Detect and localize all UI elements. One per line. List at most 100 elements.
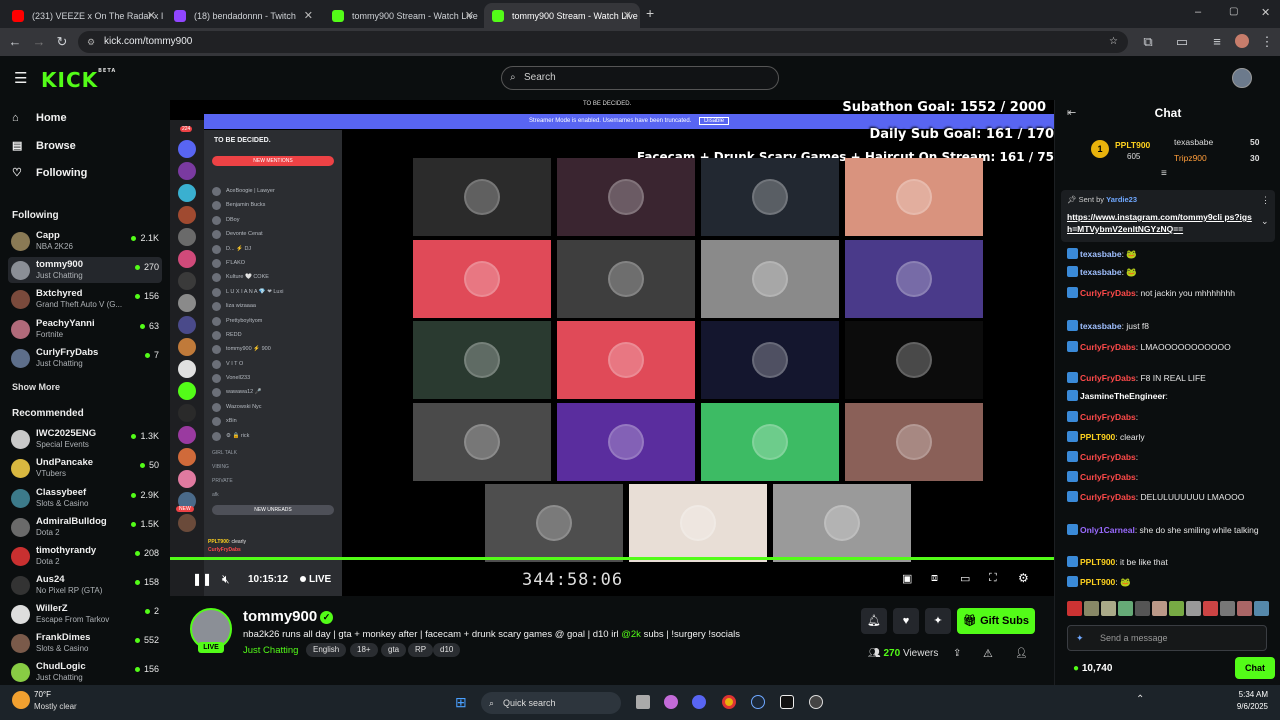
new-unreads-pill[interactable]: NEW UNREADS	[212, 505, 334, 515]
kick-logo[interactable]: KICKBETA	[41, 68, 116, 92]
sidebar-channel-frankdimes[interactable]: FrankDimes Slots & Casino 552	[8, 630, 162, 656]
nav-home[interactable]: ⌂ Home	[12, 112, 67, 124]
sidebar-channel-aus24[interactable]: Aus24 No Pixel RP (GTA) 158	[8, 572, 162, 598]
nav-following[interactable]: ♡ Following	[12, 166, 87, 179]
close-tab-icon[interactable]: ✕	[147, 9, 156, 22]
app-icon[interactable]	[809, 695, 823, 709]
browser-menu-icon[interactable]: ⋮	[1258, 33, 1276, 51]
theater-mode-icon[interactable]: ▭	[960, 572, 970, 585]
sidebar-channel-peachyyanni[interactable]: PeachyYanni Fortnite 63	[8, 316, 162, 342]
tag-chip[interactable]: d10	[433, 643, 461, 657]
chat-input[interactable]: ✦ Send a message	[1067, 625, 1267, 651]
back-arrow-icon[interactable]: ←	[6, 33, 24, 51]
playback-progress-bar[interactable]	[170, 557, 1054, 560]
taskbar-search[interactable]: ⌕ Quick search	[481, 692, 621, 714]
chat-username[interactable]: CurlyFryDabs	[1080, 373, 1136, 383]
notification-bell-button[interactable]: 🔔︎	[861, 608, 887, 634]
discord-taskbar-icon[interactable]	[692, 695, 706, 709]
browser-tab-kick[interactable]: tommy900 Stream - Watch Live ✕	[324, 3, 482, 28]
chrome-taskbar-icon[interactable]	[722, 695, 736, 709]
clip-icon[interactable]: ⧈	[931, 572, 938, 585]
sidebar-channel-timothyrandy[interactable]: timothyrandy Dota 2 208	[8, 543, 162, 569]
site-info-icon[interactable]: ⚙	[87, 31, 95, 53]
chat-username[interactable]: texasbabe	[1080, 321, 1122, 331]
browser-tab-kick-active[interactable]: tommy900 Stream - Watch Live ✕	[484, 3, 640, 28]
chat-username[interactable]: texasbabe	[1080, 249, 1122, 259]
media-icon[interactable]: ≡	[1208, 33, 1226, 51]
close-tab-icon[interactable]: ✕	[304, 9, 313, 22]
chat-username[interactable]: Only1Carneal	[1080, 525, 1135, 535]
emote-icon[interactable]	[1084, 601, 1099, 616]
emote-icon[interactable]	[1135, 601, 1150, 616]
emote-icon[interactable]	[1237, 601, 1252, 616]
close-tab-icon[interactable]: ✕	[623, 9, 632, 22]
sidebar-channel-capp[interactable]: Capp NBA 2K26 2.1K	[8, 228, 162, 254]
follow-heart-button[interactable]: ♥	[893, 608, 919, 634]
chat-username[interactable]: JasmineTheEngineer	[1080, 391, 1166, 401]
more-options-icon[interactable]: ⋮	[1261, 195, 1270, 206]
tag-chip[interactable]: 18+	[350, 643, 378, 657]
extensions-icon[interactable]: ⧉	[1139, 33, 1157, 51]
gift-subs-button[interactable]: 🎁︎ Gift Subs	[957, 608, 1035, 634]
reload-icon[interactable]: ↻	[53, 33, 71, 51]
settings-gear-icon[interactable]: ⚙	[1018, 571, 1029, 585]
url-field[interactable]: ⚙ kick.com/tommy900 ☆	[78, 31, 1128, 53]
disable-button[interactable]: Disable	[699, 117, 730, 125]
emote-icon[interactable]	[1220, 601, 1235, 616]
task-view-icon[interactable]	[636, 695, 650, 709]
nav-browse[interactable]: ▤ Browse	[12, 139, 76, 152]
profile-avatar[interactable]	[1235, 34, 1249, 48]
tag-chip[interactable]: RP	[408, 643, 434, 657]
emote-icon[interactable]	[1169, 601, 1184, 616]
forward-arrow-icon[interactable]: →	[30, 33, 48, 51]
browser-tab-twitch[interactable]: (18) bendadonnn - Twitch ✕	[166, 3, 321, 28]
emote-icon[interactable]	[1067, 601, 1082, 616]
chevron-down-icon[interactable]: ⌄	[1261, 216, 1269, 227]
minimize-button[interactable]: –	[1195, 6, 1201, 18]
emote-icon[interactable]	[1186, 601, 1201, 616]
chat-username[interactable]: PPLT900	[1080, 432, 1115, 442]
emote-icon[interactable]	[1254, 601, 1269, 616]
cast-icon[interactable]: ▭	[1173, 33, 1191, 51]
sidebar-channel-chudlogic[interactable]: ChudLogic Just Chatting 156	[8, 659, 162, 685]
chat-username[interactable]: texasbabe	[1080, 267, 1122, 277]
show-more-link[interactable]: Show More	[12, 382, 60, 392]
report-icon[interactable]: ⚠	[983, 647, 993, 660]
browser-tab-youtube[interactable]: (231) VEEZE x On The Radar x I ✕	[4, 3, 164, 28]
sidebar-channel-curlyfrydabs[interactable]: CurlyFryDabs Just Chatting 7	[8, 345, 162, 371]
video-player[interactable]: TO BE DECIDED. Streamer Mode is enabled.…	[170, 100, 1054, 596]
close-tab-icon[interactable]: ✕	[465, 9, 474, 22]
sidebar-channel-tommy900[interactable]: tommy900 Just Chatting 270	[8, 257, 162, 283]
emote-icon[interactable]	[1203, 601, 1218, 616]
stream-category-link[interactable]: Just Chatting	[243, 645, 298, 656]
pip-icon[interactable]: ▣	[902, 572, 912, 585]
chat-username[interactable]: CurlyFryDabs	[1080, 472, 1136, 482]
new-tab-button[interactable]: +	[646, 5, 654, 21]
chat-username[interactable]: CurlyFryDabs	[1080, 412, 1136, 422]
bookmark-star-icon[interactable]: ☆	[1109, 31, 1118, 53]
chat-username[interactable]: PPLT900	[1080, 557, 1115, 567]
add-user-icon[interactable]: 👤︎	[1015, 648, 1028, 659]
sidebar-channel-willerz[interactable]: WillerZ Escape From Tarkov 2	[8, 601, 162, 627]
weather-icon[interactable]	[12, 691, 30, 709]
tray-chevron-icon[interactable]: ⌃	[1136, 694, 1144, 705]
steam-taskbar-icon[interactable]	[751, 695, 765, 709]
emote-icon[interactable]	[1152, 601, 1167, 616]
chat-username[interactable]: CurlyFryDabs	[1080, 342, 1136, 352]
sidebar-channel-undpancake[interactable]: UndPancake VTubers 50	[8, 455, 162, 481]
pinned-link[interactable]: https://www.instagram.com/tommy9cli ps?i…	[1067, 211, 1257, 235]
sidebar-channel-bxtchyred[interactable]: Bxtchyred Grand Theft Auto V (G... 156	[8, 286, 162, 312]
chat-username[interactable]: CurlyFryDabs	[1080, 492, 1136, 502]
sidebar-channel-classybeef[interactable]: Classybeef Slots & Casino 2.9K	[8, 485, 162, 511]
app-icon[interactable]	[780, 695, 794, 709]
sidebar-channel-iwc2025eng[interactable]: IWC2025ENG Special Events 1.3K	[8, 426, 162, 452]
hamburger-menu-icon[interactable]: ☰	[14, 69, 27, 87]
expand-leaderboard-icon[interactable]: ≡	[1161, 168, 1167, 179]
maximize-button[interactable]: ▢	[1229, 6, 1238, 17]
emote-icon[interactable]	[1118, 601, 1133, 616]
sidebar-channel-admiralbulldog[interactable]: AdmiralBulldog Dota 2 1.5K	[8, 514, 162, 540]
tag-chip[interactable]: gta	[381, 643, 407, 657]
chat-username[interactable]: PPLT900	[1080, 577, 1115, 587]
send-chat-button[interactable]: Chat	[1235, 657, 1275, 679]
emote-icon[interactable]	[1101, 601, 1116, 616]
